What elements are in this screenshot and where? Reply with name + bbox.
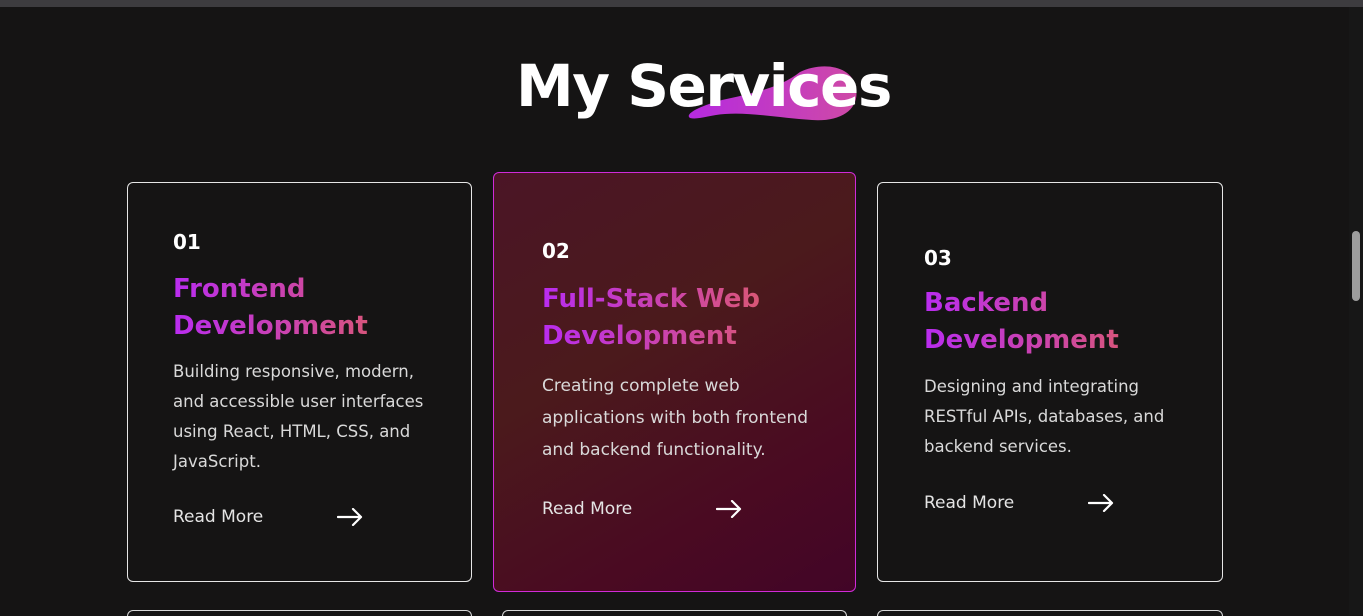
scrollbar-track[interactable] [1349, 7, 1363, 615]
read-more-label: Read More [924, 493, 1015, 513]
service-number: 01 [173, 230, 201, 254]
service-card-backend[interactable]: 03 Backend Development Designing and int… [877, 182, 1223, 582]
service-card-frontend[interactable]: 01 Frontend Development Building respons… [127, 182, 472, 582]
read-more-label: Read More [173, 507, 264, 527]
scrollbar-thumb[interactable] [1352, 231, 1360, 301]
section-heading: My Services [500, 48, 892, 128]
read-more-label: Read More [542, 499, 633, 519]
read-more-link[interactable]: Read More [924, 493, 1114, 513]
read-more-link[interactable]: Read More [542, 499, 742, 519]
service-title: Full-Stack Web Development [542, 281, 827, 355]
service-description: Designing and integrating RESTful APIs, … [924, 377, 1165, 456]
service-number: 03 [924, 246, 952, 270]
arrow-right-icon [716, 500, 742, 518]
read-more-link[interactable]: Read More [173, 507, 363, 527]
next-card-edge [127, 610, 472, 616]
service-number: 02 [542, 239, 570, 263]
service-card-fullstack[interactable]: 02 Full-Stack Web Development Creating c… [493, 172, 856, 592]
page-title: My Services [516, 52, 892, 120]
service-title: Frontend Development [173, 271, 443, 345]
arrow-right-icon [337, 508, 363, 526]
browser-top-edge [0, 0, 1363, 7]
arrow-right-icon [1088, 494, 1114, 512]
service-title: Backend Development [924, 285, 1194, 359]
service-description: Creating complete web applications with … [542, 376, 809, 460]
next-card-edge [502, 610, 847, 616]
service-description: Building responsive, modern, and accessi… [173, 362, 424, 471]
next-card-edge [877, 610, 1223, 616]
